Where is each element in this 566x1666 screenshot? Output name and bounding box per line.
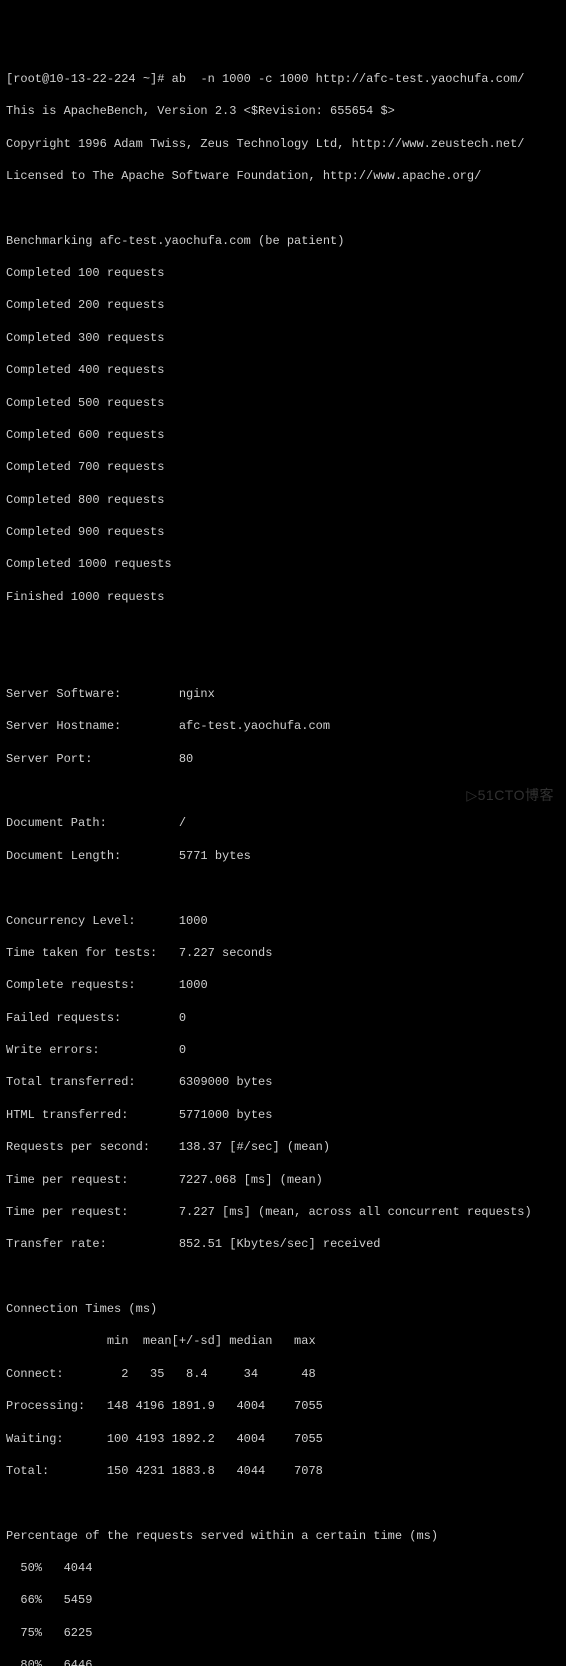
progress-line: Completed 100 requests bbox=[6, 265, 560, 281]
percentile-row: 66% 5459 bbox=[6, 1592, 560, 1608]
header-line: Copyright 1996 Adam Twiss, Zeus Technolo… bbox=[6, 136, 560, 152]
label: Requests per second: bbox=[6, 1140, 150, 1154]
value: 7.227 [ms] (mean, across all concurrent … bbox=[179, 1205, 532, 1219]
value: 1000 bbox=[179, 914, 208, 928]
percentile-row: 75% 6225 bbox=[6, 1625, 560, 1641]
value: 7.227 seconds bbox=[179, 946, 273, 960]
conn-times-header: min mean[+/-sd] median max bbox=[6, 1333, 560, 1349]
blank-line bbox=[6, 200, 560, 216]
value: 0 bbox=[179, 1011, 186, 1025]
document-length: Document Length: 5771 bytes bbox=[6, 848, 560, 864]
blank-line bbox=[6, 1269, 560, 1285]
label: Concurrency Level: bbox=[6, 914, 136, 928]
conn-times-waiting: Waiting: 100 4193 1892.2 4004 7055 bbox=[6, 1431, 560, 1447]
progress-line: Completed 1000 requests bbox=[6, 556, 560, 572]
progress-line: Finished 1000 requests bbox=[6, 589, 560, 605]
requests-per-second: Requests per second: 138.37 [#/sec] (mea… bbox=[6, 1139, 560, 1155]
label: Server Hostname: bbox=[6, 719, 121, 733]
percentiles-title: Percentage of the requests served within… bbox=[6, 1528, 560, 1544]
progress-line: Completed 700 requests bbox=[6, 459, 560, 475]
label: Transfer rate: bbox=[6, 1237, 107, 1251]
conn-times-processing: Processing: 148 4196 1891.9 4004 7055 bbox=[6, 1398, 560, 1414]
server-hostname: Server Hostname: afc-test.yaochufa.com bbox=[6, 718, 560, 734]
blank-line bbox=[6, 1495, 560, 1511]
conn-times-connect: Connect: 2 35 8.4 34 48 bbox=[6, 1366, 560, 1382]
label: Failed requests: bbox=[6, 1011, 121, 1025]
label: Server Port: bbox=[6, 752, 92, 766]
label: HTML transferred: bbox=[6, 1108, 128, 1122]
label: Total transferred: bbox=[6, 1075, 136, 1089]
time-taken: Time taken for tests: 7.227 seconds bbox=[6, 945, 560, 961]
complete-requests: Complete requests: 1000 bbox=[6, 977, 560, 993]
value: 7227.068 [ms] (mean) bbox=[179, 1173, 323, 1187]
prompt-user: [root@10-13-22-224 ~]# bbox=[6, 72, 164, 86]
value: 5771 bytes bbox=[179, 849, 251, 863]
value: / bbox=[179, 816, 186, 830]
progress-line: Completed 300 requests bbox=[6, 330, 560, 346]
blank-line bbox=[6, 654, 560, 670]
percentile-row: 50% 4044 bbox=[6, 1560, 560, 1576]
label: Time taken for tests: bbox=[6, 946, 157, 960]
time-per-request-2: Time per request: 7.227 [ms] (mean, acro… bbox=[6, 1204, 560, 1220]
write-errors: Write errors: 0 bbox=[6, 1042, 560, 1058]
transfer-rate: Transfer rate: 852.51 [Kbytes/sec] recei… bbox=[6, 1236, 560, 1252]
value: 5771000 bytes bbox=[179, 1108, 273, 1122]
document-path: Document Path: / bbox=[6, 815, 560, 831]
header-line: This is ApacheBench, Version 2.3 <$Revis… bbox=[6, 103, 560, 119]
value: 80 bbox=[179, 752, 193, 766]
progress-line: Completed 900 requests bbox=[6, 524, 560, 540]
label: Time per request: bbox=[6, 1173, 128, 1187]
value: afc-test.yaochufa.com bbox=[179, 719, 330, 733]
value: 852.51 [Kbytes/sec] received bbox=[179, 1237, 381, 1251]
command-prompt[interactable]: [root@10-13-22-224 ~]# ab -n 1000 -c 100… bbox=[6, 71, 560, 87]
progress-line: Completed 800 requests bbox=[6, 492, 560, 508]
failed-requests: Failed requests: 0 bbox=[6, 1010, 560, 1026]
command-text: ab -n 1000 -c 1000 http://afc-test.yaoch… bbox=[172, 72, 525, 86]
label: Document Length: bbox=[6, 849, 121, 863]
total-transferred: Total transferred: 6309000 bytes bbox=[6, 1074, 560, 1090]
benchmark-title: Benchmarking afc-test.yaochufa.com (be p… bbox=[6, 233, 560, 249]
progress-line: Completed 200 requests bbox=[6, 297, 560, 313]
value: 0 bbox=[179, 1043, 186, 1057]
header-line: Licensed to The Apache Software Foundati… bbox=[6, 168, 560, 184]
progress-line: Completed 600 requests bbox=[6, 427, 560, 443]
conn-times-total: Total: 150 4231 1883.8 4044 7078 bbox=[6, 1463, 560, 1479]
server-software: Server Software: nginx bbox=[6, 686, 560, 702]
label: Document Path: bbox=[6, 816, 107, 830]
label: Write errors: bbox=[6, 1043, 100, 1057]
value: 138.37 [#/sec] (mean) bbox=[179, 1140, 330, 1154]
html-transferred: HTML transferred: 5771000 bytes bbox=[6, 1107, 560, 1123]
value: 6309000 bytes bbox=[179, 1075, 273, 1089]
progress-line: Completed 500 requests bbox=[6, 395, 560, 411]
value: 1000 bbox=[179, 978, 208, 992]
concurrency-level: Concurrency Level: 1000 bbox=[6, 913, 560, 929]
watermark: ▷51CTO博客 bbox=[466, 786, 554, 805]
value: nginx bbox=[179, 687, 215, 701]
label: Time per request: bbox=[6, 1205, 128, 1219]
blank-line bbox=[6, 880, 560, 896]
label: Server Software: bbox=[6, 687, 121, 701]
blank-line bbox=[6, 621, 560, 637]
progress-line: Completed 400 requests bbox=[6, 362, 560, 378]
label: Complete requests: bbox=[6, 978, 136, 992]
time-per-request-1: Time per request: 7227.068 [ms] (mean) bbox=[6, 1172, 560, 1188]
server-port: Server Port: 80 bbox=[6, 751, 560, 767]
conn-times-title: Connection Times (ms) bbox=[6, 1301, 560, 1317]
percentile-row: 80% 6446 bbox=[6, 1657, 560, 1666]
